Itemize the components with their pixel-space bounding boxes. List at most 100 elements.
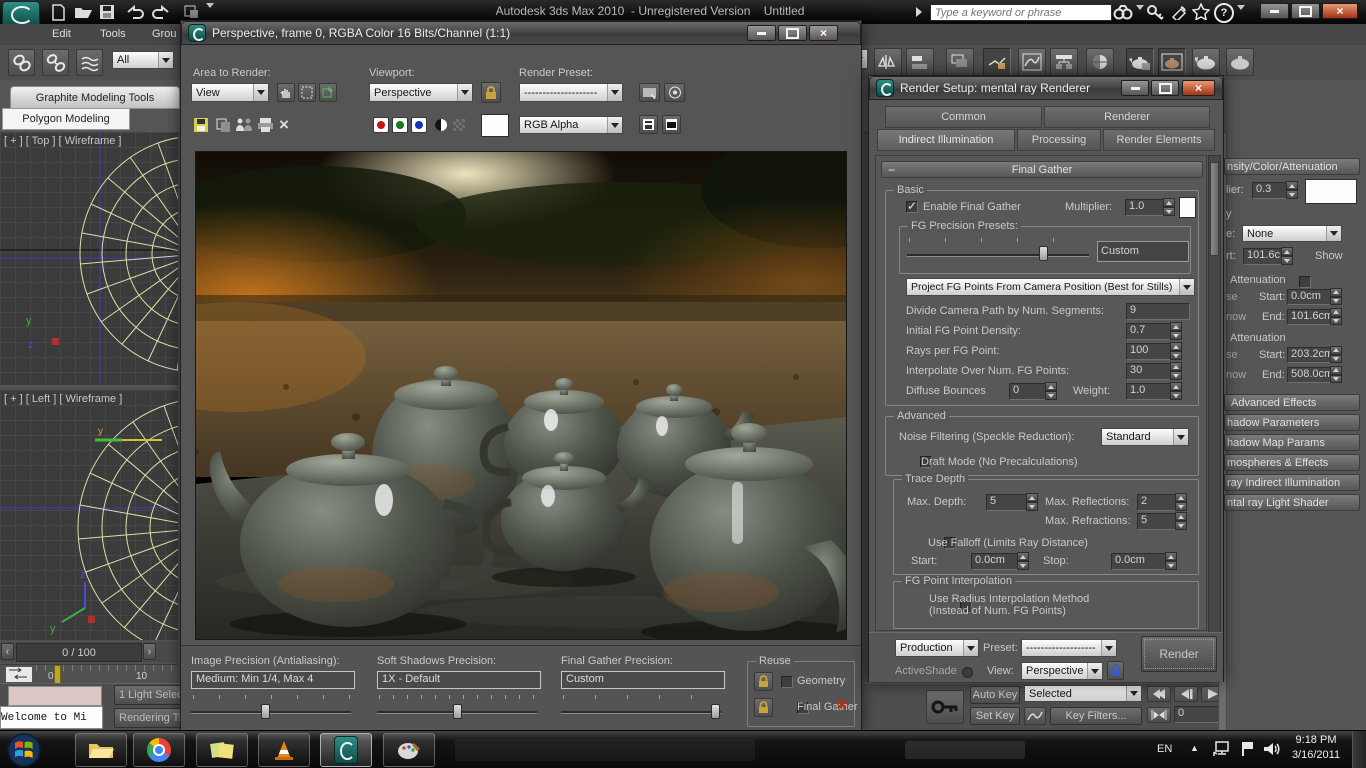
select-link-icon[interactable] bbox=[8, 49, 35, 76]
time-slider-marker[interactable] bbox=[54, 665, 61, 685]
panel-multiplier-spinner[interactable] bbox=[1286, 181, 1298, 199]
taskbar-explorer[interactable] bbox=[75, 733, 127, 767]
fg-preset-field[interactable]: Custom bbox=[1097, 241, 1189, 262]
menu-tools[interactable]: Tools bbox=[100, 28, 126, 40]
ribbon-panel-polygon[interactable]: Polygon Modeling bbox=[2, 108, 130, 130]
panel-rollout-atmospheres[interactable]: mospheres & Effects bbox=[1224, 454, 1360, 471]
tray-action-center-icon[interactable] bbox=[1240, 740, 1256, 758]
timeline-frame-display[interactable]: 0 / 100 bbox=[16, 643, 142, 662]
rfw-environment-icon[interactable] bbox=[664, 83, 685, 102]
panel-far-start-field[interactable]: 203.2cm bbox=[1287, 347, 1335, 363]
selection-set-combo[interactable]: Selected bbox=[1024, 685, 1142, 702]
tray-network-icon[interactable] bbox=[1212, 740, 1230, 758]
viewport-top-label[interactable]: [ + ] [ Top ] [ Wireframe ] bbox=[4, 135, 121, 147]
rfw-alpha-channel-icon[interactable] bbox=[453, 119, 465, 131]
panel-rollout-shadow-parameters[interactable]: hadow Parameters bbox=[1224, 414, 1360, 431]
panel-rollout-mr-indirect[interactable]: ray Indirect Illumination bbox=[1224, 474, 1360, 491]
view-combo[interactable]: Perspective bbox=[1021, 662, 1103, 680]
rfw-red-channel-icon[interactable] bbox=[373, 117, 389, 133]
falloff-stop-spinner[interactable] bbox=[1165, 552, 1177, 570]
panel-rollout-intensity[interactable]: nsity/Color/Attenuation bbox=[1224, 158, 1360, 175]
curve-editor-icon[interactable] bbox=[1018, 48, 1046, 76]
maxscript-listener-pink[interactable] bbox=[8, 686, 102, 706]
maxscript-listener-white[interactable]: Welcome to Mi bbox=[0, 706, 103, 729]
rfw-img-slider-thumb[interactable] bbox=[261, 704, 270, 719]
rfw-img-precision-field[interactable]: Medium: Min 1/4, Max 4 bbox=[191, 671, 355, 689]
fg-color-swatch[interactable] bbox=[1179, 197, 1196, 218]
rfw-layer-icon[interactable] bbox=[639, 115, 658, 134]
tray-language[interactable]: EN bbox=[1157, 743, 1172, 755]
key-mode-toggle-icon[interactable] bbox=[1147, 707, 1171, 723]
divide-field[interactable]: 9 bbox=[1126, 303, 1190, 320]
set-key-button[interactable]: Set Key bbox=[970, 707, 1020, 725]
fg-preset-slider-thumb[interactable] bbox=[1039, 246, 1048, 261]
dialog-restore-button[interactable] bbox=[1151, 80, 1179, 96]
taskbar-vlc[interactable] bbox=[258, 733, 310, 767]
fg-preset-slider-track[interactable] bbox=[907, 254, 1089, 257]
selection-filter-combo[interactable]: All bbox=[112, 51, 174, 69]
falloff-start-field[interactable]: 0.0cm bbox=[971, 553, 1023, 570]
timeline-next-button[interactable]: › bbox=[143, 643, 156, 660]
infocenter-expand-icon[interactable] bbox=[916, 7, 922, 17]
layer-manager-icon[interactable] bbox=[946, 48, 974, 76]
panel-show-checkbox[interactable] bbox=[1299, 276, 1311, 288]
rfw-channel-combo[interactable]: RGB Alpha bbox=[519, 116, 623, 134]
tab-renderer[interactable]: Renderer bbox=[1044, 106, 1210, 128]
rfw-reuse-geometry-lock-icon[interactable] bbox=[754, 672, 773, 691]
falloff-start-spinner[interactable] bbox=[1017, 552, 1029, 570]
viewport-left-label[interactable]: [ + ] [ Left ] [ Wireframe ] bbox=[4, 393, 122, 405]
rfw-clear-fg-icon[interactable]: × bbox=[836, 694, 848, 717]
tab-indirect-illumination[interactable]: Indirect Illumination bbox=[877, 129, 1015, 151]
tray-expand-icon[interactable]: ▲ bbox=[1190, 743, 1199, 753]
panel-rollout-advanced-effects[interactable]: Advanced Effects bbox=[1224, 394, 1360, 411]
tray-clock[interactable]: 9:18 PM 3/16/2011 bbox=[1288, 734, 1344, 761]
panel-decay-start-spinner[interactable] bbox=[1281, 247, 1293, 265]
rfw-viewport-lock-icon[interactable] bbox=[481, 82, 501, 103]
rfw-geometry-checkbox[interactable] bbox=[781, 676, 793, 688]
ribbon-tab-graphite[interactable]: Graphite Modeling Tools bbox=[10, 86, 180, 109]
rfw-print-icon[interactable] bbox=[257, 117, 274, 133]
rfw-soft-slider-thumb[interactable] bbox=[453, 704, 462, 719]
tab-processing[interactable]: Processing bbox=[1017, 129, 1101, 151]
panel-near-start-spinner[interactable] bbox=[1330, 288, 1342, 305]
rays-spinner[interactable] bbox=[1170, 342, 1182, 360]
panel-near-start-field[interactable]: 0.0cm bbox=[1287, 289, 1335, 305]
taskbar-3dsmax[interactable] bbox=[320, 733, 372, 767]
rfw-color-swatch[interactable] bbox=[481, 114, 509, 137]
final-gather-rollout[interactable]: − Final Gather bbox=[881, 161, 1203, 178]
panel-rollout-shadow-map[interactable]: hadow Map Params bbox=[1224, 434, 1360, 451]
favorites-star-icon[interactable] bbox=[1192, 3, 1210, 20]
rfw-reuse-fg-lock-icon[interactable] bbox=[754, 698, 773, 717]
timeline-ruler[interactable]: 0 10 bbox=[0, 664, 178, 683]
project-fg-combo[interactable]: Project FG Points From Camera Position (… bbox=[906, 278, 1195, 296]
panel-decay-type-combo[interactable]: None bbox=[1242, 225, 1342, 242]
new-file-icon[interactable] bbox=[50, 4, 67, 21]
rfw-pan-icon[interactable] bbox=[277, 83, 295, 102]
production-combo[interactable]: Production bbox=[895, 639, 979, 657]
material-editor-icon[interactable] bbox=[1086, 48, 1114, 76]
dialog-scrollbar[interactable] bbox=[1208, 155, 1221, 633]
rendered-frame-window-icon[interactable] bbox=[1158, 48, 1186, 76]
view-lock-icon[interactable] bbox=[1107, 661, 1124, 680]
render-button[interactable]: Render bbox=[1141, 636, 1217, 672]
panel-far-end-field[interactable]: 508.0cm bbox=[1287, 367, 1335, 383]
rfw-img-slider-track[interactable] bbox=[191, 711, 351, 714]
density-spinner[interactable] bbox=[1170, 322, 1182, 340]
max-refractions-spinner[interactable] bbox=[1175, 512, 1187, 530]
save-icon[interactable] bbox=[99, 4, 115, 20]
rfw-area-combo[interactable]: View bbox=[191, 83, 269, 102]
rfw-close-button[interactable]: × bbox=[809, 25, 838, 41]
viewport-left[interactable]: y z y [ + ] [ Left ] [ Wireframe ] bbox=[0, 390, 178, 640]
search-binoculars-icon[interactable] bbox=[1113, 4, 1133, 20]
default-tangent-icon[interactable] bbox=[1024, 707, 1046, 725]
taskbar-chrome[interactable] bbox=[133, 733, 185, 767]
interp-spinner[interactable] bbox=[1170, 362, 1182, 380]
app-close-button[interactable]: × bbox=[1322, 3, 1358, 19]
render-iterative-icon[interactable] bbox=[1226, 48, 1254, 76]
schematic-view-icon[interactable] bbox=[1050, 48, 1078, 76]
rfw-edit-region-icon[interactable] bbox=[319, 83, 337, 102]
enable-fg-checkbox[interactable] bbox=[906, 201, 918, 213]
mirror-icon[interactable] bbox=[874, 48, 902, 76]
set-key-big-button[interactable] bbox=[926, 690, 964, 724]
subscription-key-icon[interactable] bbox=[1146, 4, 1164, 20]
